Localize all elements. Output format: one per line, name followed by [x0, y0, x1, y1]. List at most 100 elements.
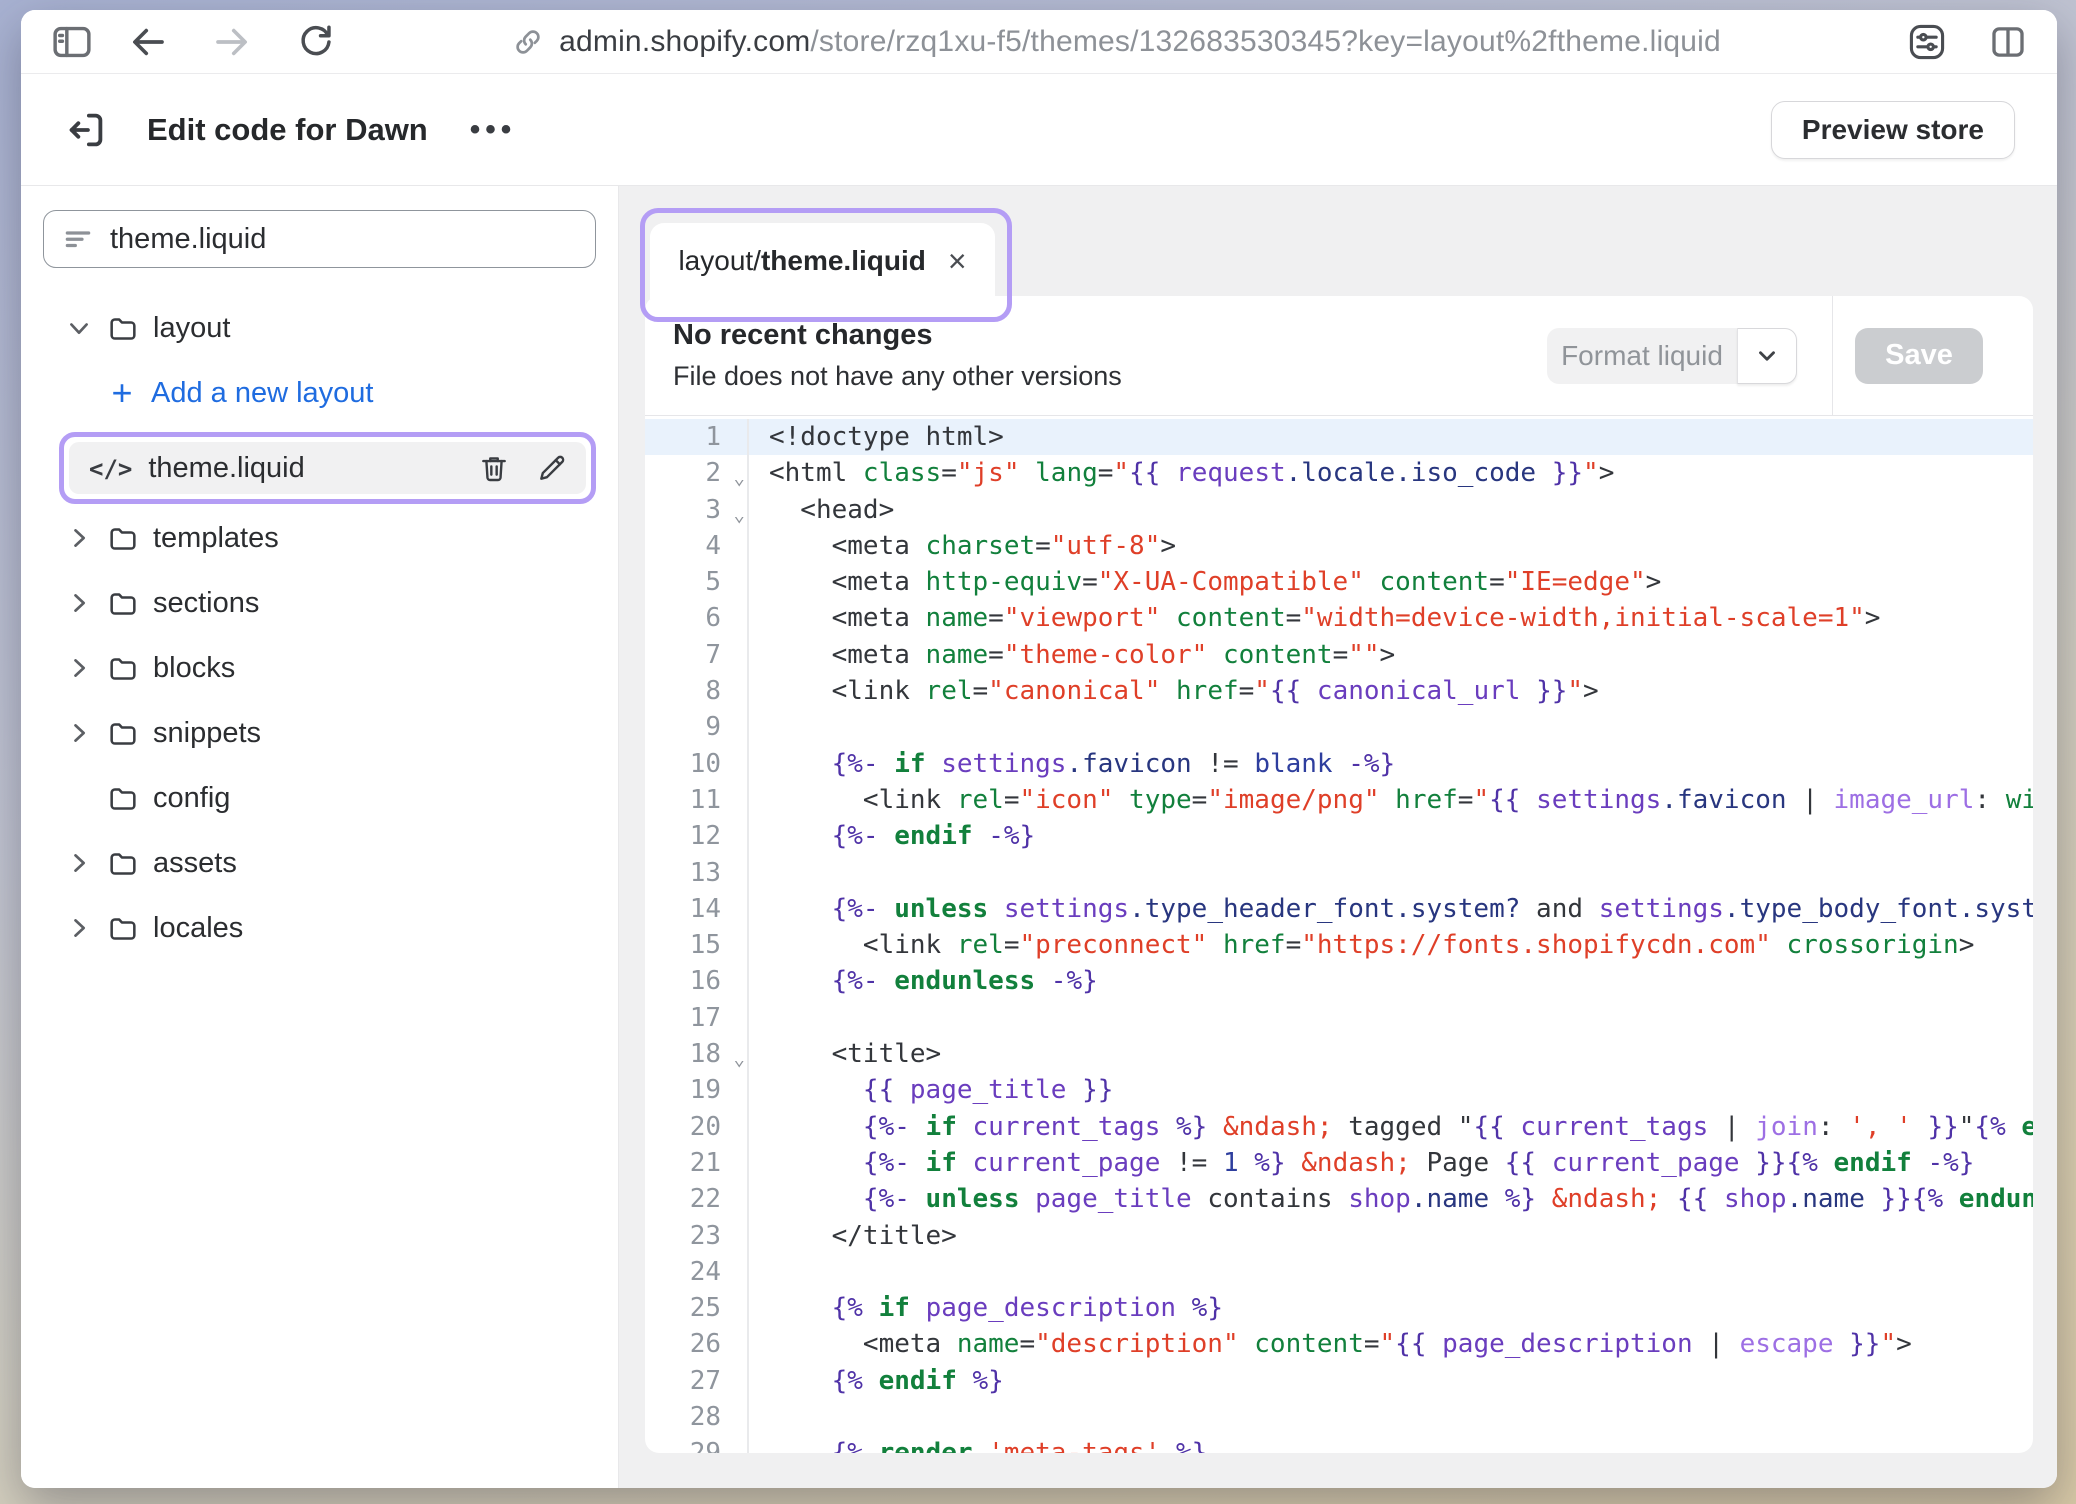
code-line-content: <link rel="canonical" href="{{ canonical… [749, 673, 1599, 709]
page-title: Edit code for Dawn [147, 112, 428, 148]
line-number[interactable]: 28 [645, 1399, 749, 1435]
chevron-right-icon [65, 654, 93, 682]
line-number[interactable]: 18⌄ [645, 1036, 749, 1072]
chevron-down-icon [65, 314, 93, 342]
line-number[interactable]: 2⌄ [645, 455, 749, 491]
code-line-7: 7 <meta name="theme-color" content=""> [645, 637, 2033, 673]
line-number[interactable]: 13 [645, 855, 749, 891]
sidebar-item-templates[interactable]: templates [43, 512, 596, 564]
code-line-content: {%- endunless -%} [749, 963, 1098, 999]
sidebar-item-label: layout [153, 312, 230, 345]
line-number[interactable]: 29 [645, 1435, 749, 1453]
forward-icon[interactable] [211, 21, 253, 63]
code-line-10: 10 {%- if settings.favicon != blank -%} [645, 746, 2033, 782]
line-number[interactable]: 3⌄ [645, 492, 749, 528]
code-line-12: 12 {%- endif -%} [645, 818, 2033, 854]
line-number[interactable]: 6 [645, 600, 749, 636]
folder-icon [107, 522, 139, 554]
folder-icon [107, 847, 139, 879]
code-line-content [749, 709, 769, 745]
line-number[interactable]: 9 [645, 709, 749, 745]
line-number[interactable]: 25 [645, 1290, 749, 1326]
pencil-icon[interactable] [536, 452, 568, 484]
code-line-content [749, 1399, 769, 1435]
file-sidebar: layout +Add a new layout </> theme.liquid te… [21, 186, 619, 1488]
code-line-content: <meta charset="utf-8"> [749, 528, 1176, 564]
line-number[interactable]: 8 [645, 673, 749, 709]
exit-icon[interactable] [63, 107, 109, 153]
address-bar[interactable]: admin.shopify.com/store/rzq1xu-f5/themes… [337, 25, 1895, 59]
code-line-18: 18⌄ <title> [645, 1036, 2033, 1072]
code-line-28: 28 [645, 1399, 2033, 1435]
code-line-content [749, 1254, 769, 1290]
sidebar-item-layout[interactable]: layout [43, 302, 596, 354]
format-liquid-label[interactable]: Format liquid [1547, 328, 1737, 384]
line-number[interactable]: 20 [645, 1109, 749, 1145]
folder-icon [107, 782, 139, 814]
filter-icon [62, 223, 94, 255]
file-search[interactable] [43, 210, 596, 268]
line-number[interactable]: 5 [645, 564, 749, 600]
line-number[interactable]: 10 [645, 746, 749, 782]
close-icon[interactable]: × [948, 245, 967, 277]
format-liquid-button[interactable]: Format liquid [1547, 328, 1797, 384]
line-number[interactable]: 22 [645, 1181, 749, 1217]
split-view-icon[interactable] [1987, 21, 2029, 63]
line-number[interactable]: 11 [645, 782, 749, 818]
sidebar-item-add-a-new-layout[interactable]: +Add a new layout [43, 367, 596, 419]
sidebar-item-label: blocks [153, 652, 235, 685]
sidebar-item-snippets[interactable]: snippets [43, 707, 596, 759]
tune-icon[interactable] [1905, 20, 1949, 64]
line-number[interactable]: 12 [645, 818, 749, 854]
sidebar-item-sections[interactable]: sections [43, 577, 596, 629]
line-number[interactable]: 23 [645, 1218, 749, 1254]
code-line-29: 29 {% render 'meta-tags' %} [645, 1435, 2033, 1453]
file-tree: layout +Add a new layout </> theme.liquid te… [43, 302, 596, 954]
sidebar-item-config[interactable]: config [43, 772, 596, 824]
sidebar-item-blocks[interactable]: blocks [43, 642, 596, 694]
line-number[interactable]: 1 [645, 419, 749, 455]
line-number[interactable]: 14 [645, 891, 749, 927]
changes-title: No recent changes [673, 319, 1122, 352]
line-number[interactable]: 21 [645, 1145, 749, 1181]
code-line-content: <head> [749, 492, 894, 528]
format-dropdown[interactable] [1737, 328, 1797, 384]
line-number[interactable]: 27 [645, 1363, 749, 1399]
chevron-down-icon [1754, 343, 1780, 369]
sidebar-item-locales[interactable]: locales [43, 902, 596, 954]
chevron-right-icon [65, 589, 93, 617]
line-number[interactable]: 24 [645, 1254, 749, 1290]
line-number[interactable]: 19 [645, 1072, 749, 1108]
line-number[interactable]: 26 [645, 1326, 749, 1362]
sidebar-item-theme-liquid[interactable]: </> theme.liquid [69, 442, 586, 494]
line-number[interactable]: 16 [645, 963, 749, 999]
code-line-2: 2⌄<html class="js" lang="{{ request.loca… [645, 455, 2033, 491]
code-line-1: 1<!doctype html> [645, 419, 2033, 455]
line-number[interactable]: 17 [645, 1000, 749, 1036]
trash-icon[interactable] [478, 452, 510, 484]
line-number[interactable]: 7 [645, 637, 749, 673]
code-editor[interactable]: 1<!doctype html>2⌄<html class="js" lang=… [645, 416, 2033, 1453]
editor-pane: layout/theme.liquid × No recent changes … [619, 186, 2057, 1488]
line-number[interactable]: 4 [645, 528, 749, 564]
code-line-3: 3⌄ <head> [645, 492, 2033, 528]
code-line-content: <!doctype html> [749, 419, 1004, 455]
code-file-icon: </> [89, 452, 132, 485]
sidebar-item-assets[interactable]: assets [43, 837, 596, 889]
code-line-content: {%- if current_tags %} &ndash; tagged "{… [749, 1109, 2033, 1145]
reload-icon[interactable] [295, 21, 337, 63]
code-line-4: 4 <meta charset="utf-8"> [645, 528, 2033, 564]
save-button[interactable]: Save [1855, 328, 1983, 384]
back-icon[interactable] [127, 21, 169, 63]
more-menu-icon[interactable]: ••• [470, 113, 517, 147]
preview-store-button[interactable]: Preview store [1771, 101, 2015, 159]
code-line-content: {%- unless settings.type_header_font.sys… [749, 891, 2033, 927]
tab-theme-liquid[interactable]: layout/theme.liquid × [650, 223, 995, 299]
code-line-content: {%- endif -%} [749, 818, 1035, 854]
sidebar-item-label: theme.liquid [148, 452, 462, 485]
search-input[interactable] [110, 223, 577, 256]
browser-window: admin.shopify.com/store/rzq1xu-f5/themes… [21, 10, 2057, 1488]
app-header: Edit code for Dawn ••• Preview store [21, 74, 2057, 186]
sidebar-toggle-icon[interactable] [49, 19, 95, 65]
line-number[interactable]: 15 [645, 927, 749, 963]
